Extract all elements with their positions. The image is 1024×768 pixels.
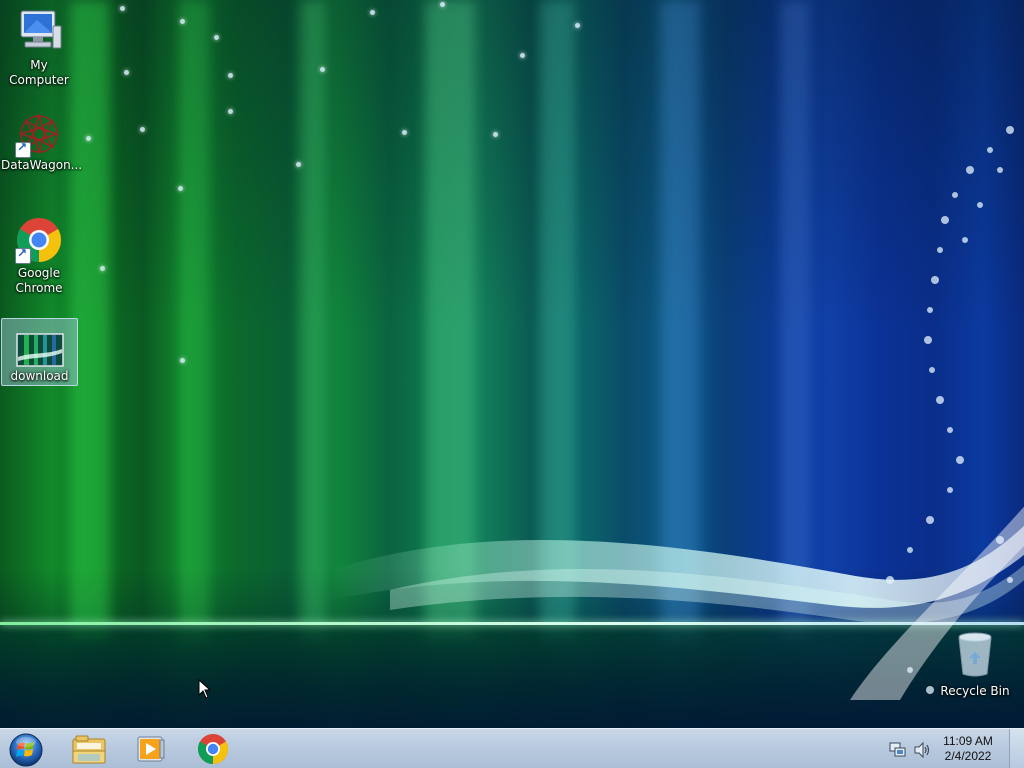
taskbar-media-player-button[interactable] — [124, 731, 178, 767]
icon-label: DataWagon... — [1, 158, 83, 172]
clock-date: 2/4/2022 — [944, 749, 992, 763]
icon-label: My Computer — [9, 58, 69, 87]
light-ray — [300, 0, 326, 640]
desktop-icon-google-chrome[interactable]: Google Chrome — [1, 216, 77, 298]
desktop-wallpaper[interactable]: My Computer DataWagon... — [0, 0, 1024, 728]
icon-label: Recycle Bin — [940, 684, 1010, 698]
image-file-icon — [15, 333, 64, 367]
clock-time: 11:09 AM — [943, 734, 993, 748]
mouse-cursor-icon — [198, 679, 212, 699]
desktop-icon-download[interactable]: download — [1, 318, 78, 386]
windows-start-orb-icon — [9, 733, 43, 767]
show-desktop-button[interactable] — [1009, 729, 1024, 768]
shortcut-arrow-icon — [15, 140, 31, 158]
recycle-bin-icon — [958, 632, 992, 677]
desktop-icon-datawagon[interactable]: DataWagon... — [1, 112, 83, 178]
icon-label: download — [10, 369, 69, 383]
light-ray — [180, 0, 210, 640]
icon-label: Google Chrome — [15, 266, 63, 295]
start-button[interactable] — [6, 731, 46, 767]
chrome-icon — [197, 734, 229, 764]
wallpaper-sparkles — [886, 126, 1014, 694]
desktop-icon-my-computer[interactable]: My Computer — [1, 8, 77, 87]
tray-network[interactable] — [888, 741, 908, 759]
taskbar-chrome-button[interactable] — [186, 731, 240, 767]
network-icon — [889, 742, 906, 757]
shortcut-arrow-icon — [15, 246, 31, 264]
desktop-icon-recycle-bin[interactable]: Recycle Bin — [937, 630, 1013, 698]
taskbar-explorer-button[interactable] — [62, 731, 116, 767]
computer-icon — [20, 10, 62, 49]
media-player-icon — [137, 736, 165, 762]
tray-clock[interactable]: 11:09 AM 2/4/2022 — [938, 734, 998, 764]
file-explorer-icon — [72, 735, 106, 764]
taskbar: 11:09 AM 2/4/2022 — [0, 728, 1024, 768]
volume-icon — [914, 741, 930, 759]
tray-volume[interactable] — [912, 741, 932, 759]
